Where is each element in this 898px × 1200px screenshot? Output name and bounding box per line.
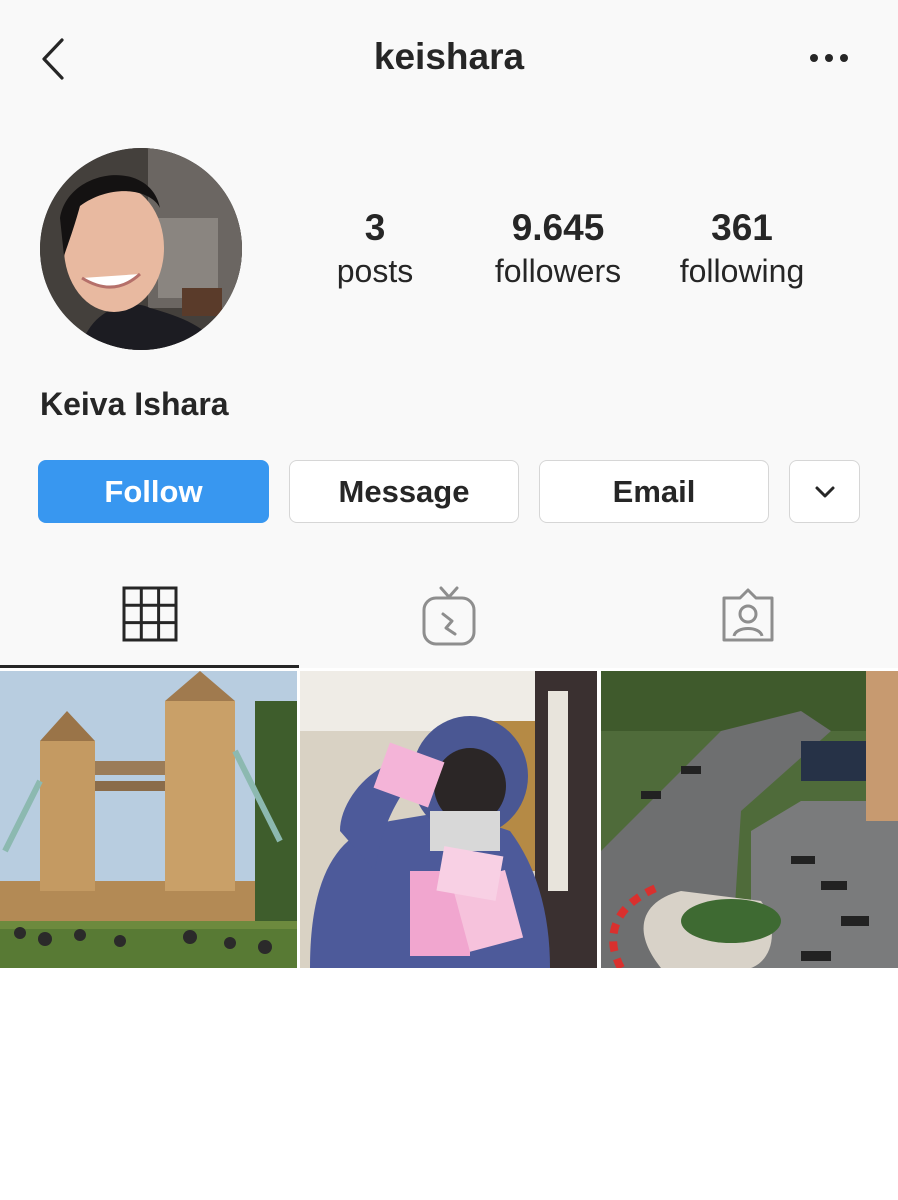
followers-label: followers: [494, 253, 622, 289]
email-button[interactable]: Email: [539, 460, 769, 523]
grid-icon: [122, 586, 178, 642]
tab-tagged[interactable]: [598, 576, 897, 668]
post-thumbnail[interactable]: [300, 671, 597, 968]
chevron-down-icon: [815, 486, 834, 497]
profile-username: keishara: [373, 36, 525, 77]
followers-stat[interactable]: 9.645 followers: [473, 204, 643, 290]
posts-stat: 3 posts: [290, 204, 460, 290]
ellipsis-icon[interactable]: [806, 44, 852, 72]
post-image-tower-bridge: [0, 671, 297, 968]
post-image-monaco-gp: [601, 671, 898, 968]
posts-count: 3: [364, 207, 386, 248]
avatar-photo: [40, 148, 242, 350]
avatar[interactable]: [40, 148, 242, 350]
tagged-icon: [722, 588, 774, 642]
active-tab-indicator: [0, 665, 299, 668]
followers-count: 9.645: [511, 207, 605, 248]
following-count: 361: [711, 207, 773, 248]
post-image-hoodie-toys: [300, 671, 597, 968]
igtv-icon: [422, 586, 476, 646]
following-label: following: [679, 253, 805, 289]
following-stat[interactable]: 361 following: [657, 204, 827, 290]
post-thumbnail[interactable]: [601, 671, 898, 968]
suggested-accounts-button[interactable]: [789, 460, 860, 523]
tab-igtv[interactable]: [299, 576, 598, 668]
follow-button[interactable]: Follow: [38, 460, 269, 523]
post-thumbnail[interactable]: [0, 671, 297, 968]
tab-posts-grid[interactable]: [0, 576, 299, 668]
message-button[interactable]: Message: [289, 460, 519, 523]
profile-full-name: Keiva Ishara: [40, 386, 229, 422]
posts-label: posts: [336, 253, 414, 289]
